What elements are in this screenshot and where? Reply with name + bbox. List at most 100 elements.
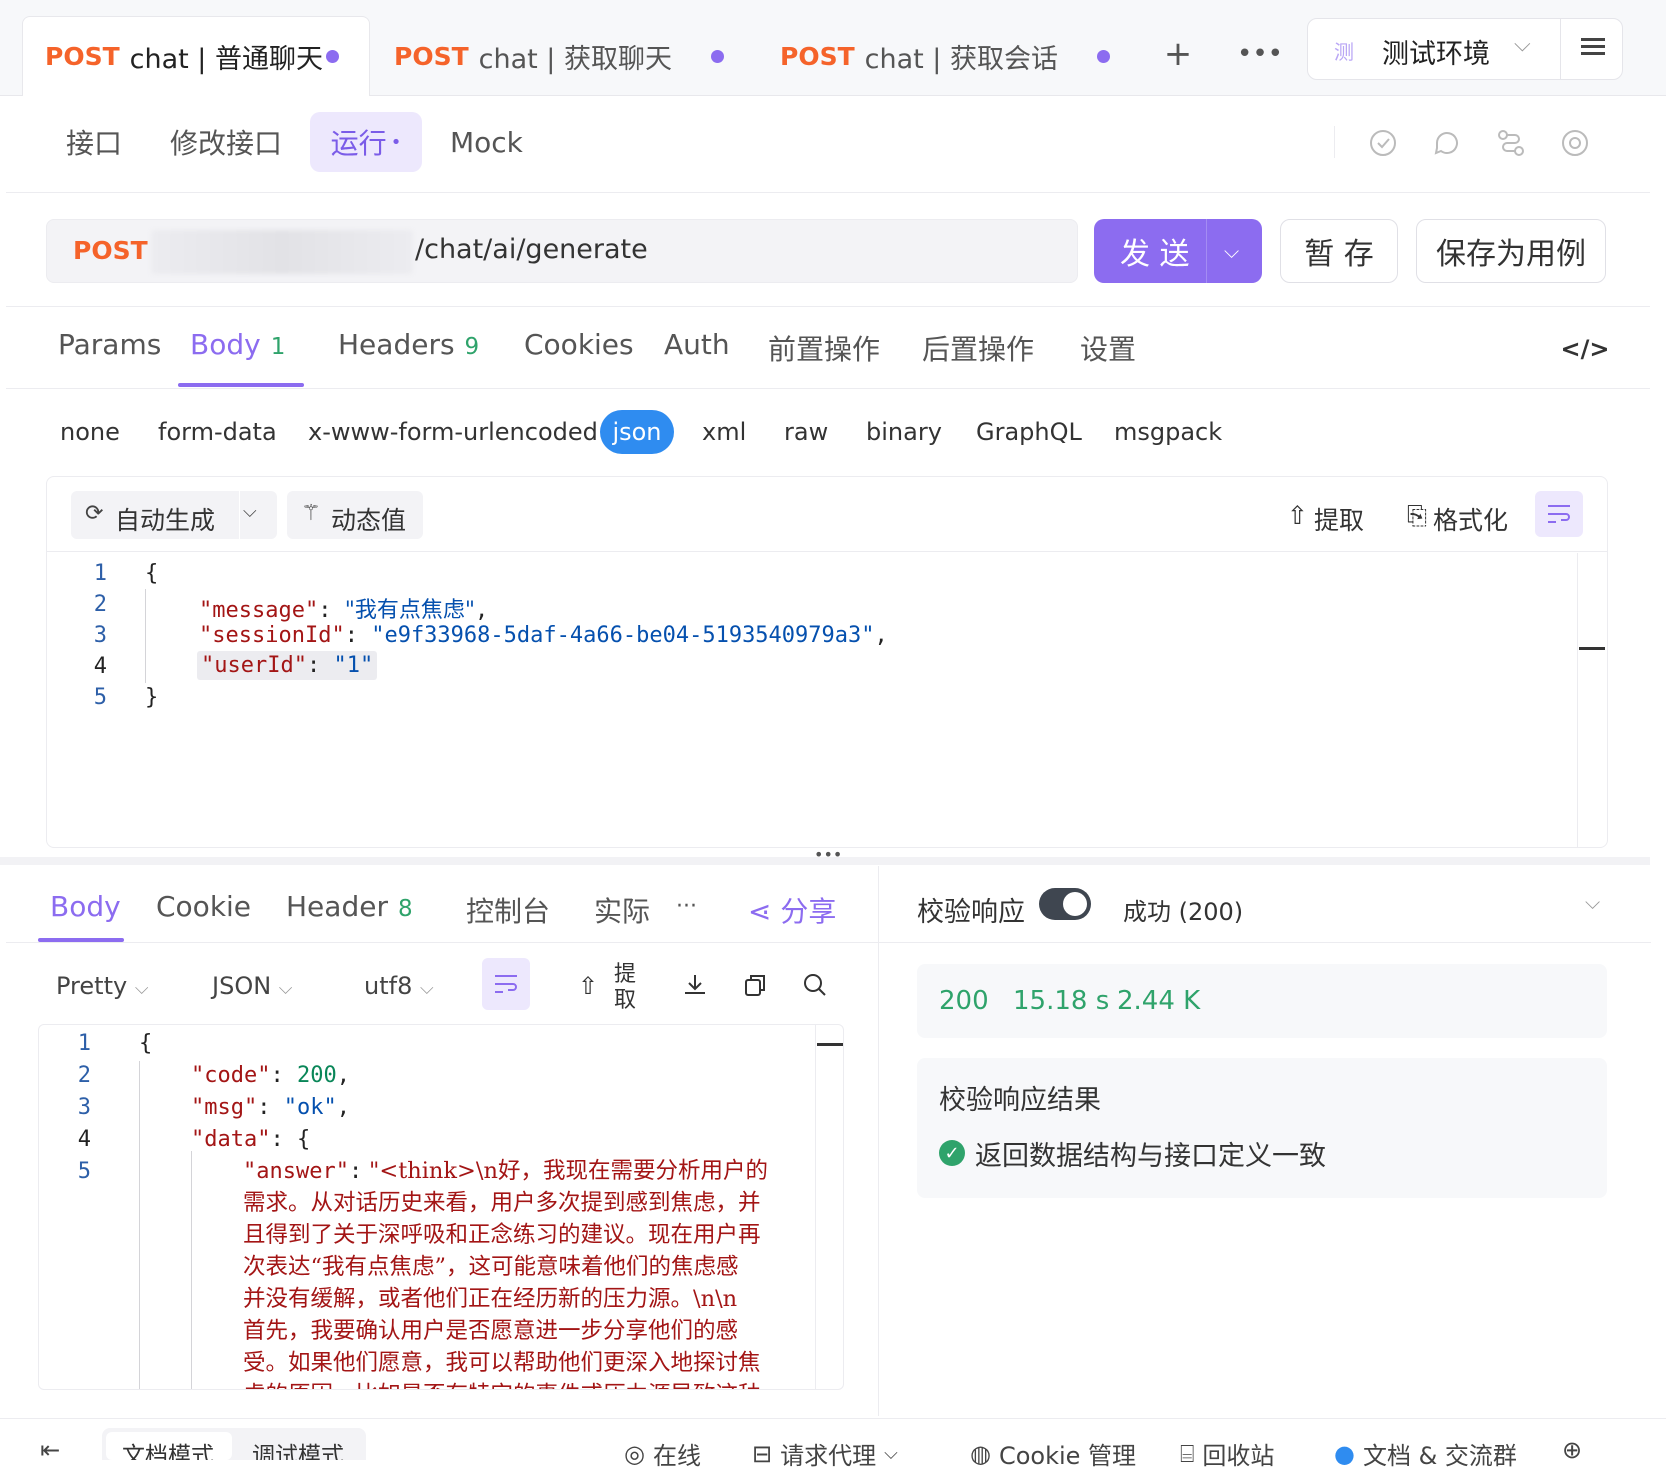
chevron-down-icon[interactable]: ⌵: [243, 501, 257, 522]
response-body-viewer[interactable]: 1 2 3 4 5 { "code": 200, "msg": "ok", "d…: [38, 1024, 844, 1390]
line-number: 5: [93, 685, 107, 710]
subnav-edit[interactable]: 修改接口: [170, 112, 282, 172]
tab-chat-session[interactable]: POST chat | 获取会话...: [758, 16, 1058, 96]
tab-headers[interactable]: Headers 9: [338, 328, 479, 361]
extract-button[interactable]: ⇧ 提取: [1287, 501, 1364, 537]
environment-selector[interactable]: 测 测试环境 ⌵: [1307, 18, 1623, 80]
count-badge: 1: [270, 334, 286, 360]
settings-icon[interactable]: [1558, 126, 1592, 160]
footer-label: 请求代理: [780, 1442, 877, 1470]
body-type-form-data[interactable]: form-data: [158, 418, 277, 446]
proxy-menu[interactable]: ⊟ 请求代理 ⌵: [752, 1436, 898, 1471]
send-button[interactable]: 发 送 ⌵: [1094, 219, 1262, 283]
body-type-graphql[interactable]: GraphQL: [976, 418, 1082, 446]
tab-chat-history[interactable]: POST chat | 获取聊天...: [372, 16, 672, 96]
share-button[interactable]: ⋖ 分享: [748, 890, 836, 930]
resp-tab-actual[interactable]: 实际: [594, 890, 658, 930]
doc-mode-tab[interactable]: 文档模式: [122, 1436, 214, 1460]
more-tabs-icon[interactable]: ···: [676, 894, 697, 919]
history-icon[interactable]: [1366, 126, 1400, 160]
docs-community[interactable]: ● 文档 & 交流群: [1334, 1436, 1517, 1471]
scrollbar-thumb[interactable]: [817, 1043, 843, 1046]
cookie-manager[interactable]: ◍ Cookie 管理: [970, 1436, 1136, 1471]
save-case-button[interactable]: 保存为用例: [1416, 219, 1606, 283]
line-number: 4: [77, 1127, 91, 1152]
env-badge: 测: [1334, 39, 1354, 64]
method-label: POST: [780, 41, 855, 71]
hamburger-menu-icon[interactable]: [1580, 31, 1606, 61]
more-tabs-icon[interactable]: •••: [1237, 36, 1283, 72]
wrap-lines-icon[interactable]: [482, 958, 530, 1010]
download-icon[interactable]: [680, 970, 710, 1000]
online-status[interactable]: ◎ 在线: [624, 1436, 701, 1471]
select-label: JSON: [212, 972, 272, 1000]
resp-tab-cookie[interactable]: Cookie: [156, 890, 251, 923]
method-select[interactable]: POST: [73, 236, 148, 265]
chevron-down-icon[interactable]: ⌵: [1224, 239, 1239, 263]
add-tab-icon[interactable]: +: [1160, 34, 1196, 74]
json-line-message: "message": "我有点焦虑",: [199, 598, 489, 623]
chat-bubble-icon: ●: [1334, 1439, 1355, 1468]
body-type-none[interactable]: none: [60, 418, 120, 446]
format-select[interactable]: JSON ⌵: [212, 972, 292, 1000]
drag-handle-icon[interactable]: •••: [814, 845, 842, 864]
body-type-raw[interactable]: raw: [784, 418, 828, 446]
panel-splitter[interactable]: •••: [0, 845, 1650, 865]
body-type-urlencoded[interactable]: x-www-form-urlencoded: [308, 418, 598, 446]
trash-icon: ⌸: [1180, 1439, 1195, 1468]
url-bar[interactable]: POST /chat/ai/generate: [46, 219, 1078, 283]
recycle-bin[interactable]: ⌸ 回收站: [1180, 1436, 1274, 1471]
json-line-user: "userId": "1": [197, 651, 378, 680]
dynamic-value-button[interactable]: ⚚ 动态值: [287, 491, 423, 539]
tab-auth[interactable]: Auth: [664, 328, 730, 361]
comment-icon[interactable]: [1430, 126, 1464, 160]
tab-label: Headers: [338, 328, 455, 361]
tab-chat-normal[interactable]: POST chat | 普通聊天: [22, 16, 370, 96]
subnav-mock[interactable]: Mock: [450, 112, 523, 172]
pretty-select[interactable]: Pretty ⌵: [56, 972, 148, 1000]
validate-toggle[interactable]: [1039, 888, 1091, 920]
encoding-select[interactable]: utf8 ⌵: [364, 972, 434, 1000]
mode-switch: 文档模式 调试模式: [102, 1428, 366, 1460]
request-body-editor[interactable]: ⟳ 自动生成 ⌵ ⚚ 动态值 ⇧ 提取 ⎘ 格式化 1 2 3 4 5 { "mes…: [46, 476, 1608, 848]
share-icon: ⋖: [748, 895, 772, 928]
validation-result-card: 校验响应结果 ✓ 返回数据结构与接口定义一致: [917, 1058, 1607, 1198]
format-icon: ⎘: [1407, 501, 1428, 530]
footer-label: 回收站: [1202, 1442, 1275, 1470]
extract-label[interactable]: 提取: [614, 962, 640, 1014]
tab-body[interactable]: Body 1: [190, 328, 285, 361]
url-path[interactable]: /chat/ai/generate: [415, 234, 648, 265]
format-label: 格式化: [1433, 506, 1509, 535]
scrollbar-thumb[interactable]: [1579, 647, 1605, 650]
tab-settings[interactable]: 设置: [1080, 328, 1136, 368]
format-button[interactable]: ⎘ 格式化: [1407, 501, 1508, 537]
resp-tab-console[interactable]: 控制台: [466, 890, 550, 930]
save-draft-button[interactable]: 暂 存: [1280, 219, 1398, 283]
response-time: 15.18 s: [1013, 986, 1110, 1016]
subnav-run[interactable]: 运行 •: [310, 112, 422, 172]
tab-cookies[interactable]: Cookies: [524, 328, 634, 361]
line-number: 3: [93, 623, 107, 648]
divider: [1560, 19, 1561, 79]
active-tab-indicator: [178, 383, 304, 387]
tab-post-ops[interactable]: 后置操作: [922, 328, 1034, 368]
tab-params[interactable]: Params: [58, 328, 161, 361]
chevron-down-icon[interactable]: ⌵: [1585, 890, 1600, 914]
body-type-msgpack[interactable]: msgpack: [1114, 418, 1222, 446]
copy-icon[interactable]: [740, 970, 770, 1000]
resp-tab-body[interactable]: Body: [50, 890, 121, 923]
tab-pre-ops[interactable]: 前置操作: [768, 328, 880, 368]
upload-icon[interactable]: ⇧: [578, 972, 598, 1000]
flow-icon[interactable]: [1494, 126, 1528, 160]
wrap-lines-icon[interactable]: [1535, 491, 1583, 537]
select-label: utf8: [364, 972, 413, 1000]
debug-mode-tab[interactable]: 调试模式: [252, 1436, 344, 1460]
code-icon[interactable]: </>: [1561, 332, 1610, 366]
resp-tab-header[interactable]: Header 8: [286, 890, 413, 923]
body-type-json[interactable]: json: [600, 410, 674, 454]
body-type-binary[interactable]: binary: [866, 418, 942, 446]
body-type-xml[interactable]: xml: [702, 418, 746, 446]
status-text: 成功 (200): [1123, 898, 1244, 926]
search-icon[interactable]: [800, 970, 830, 1000]
subnav-api[interactable]: 接口: [66, 112, 122, 172]
